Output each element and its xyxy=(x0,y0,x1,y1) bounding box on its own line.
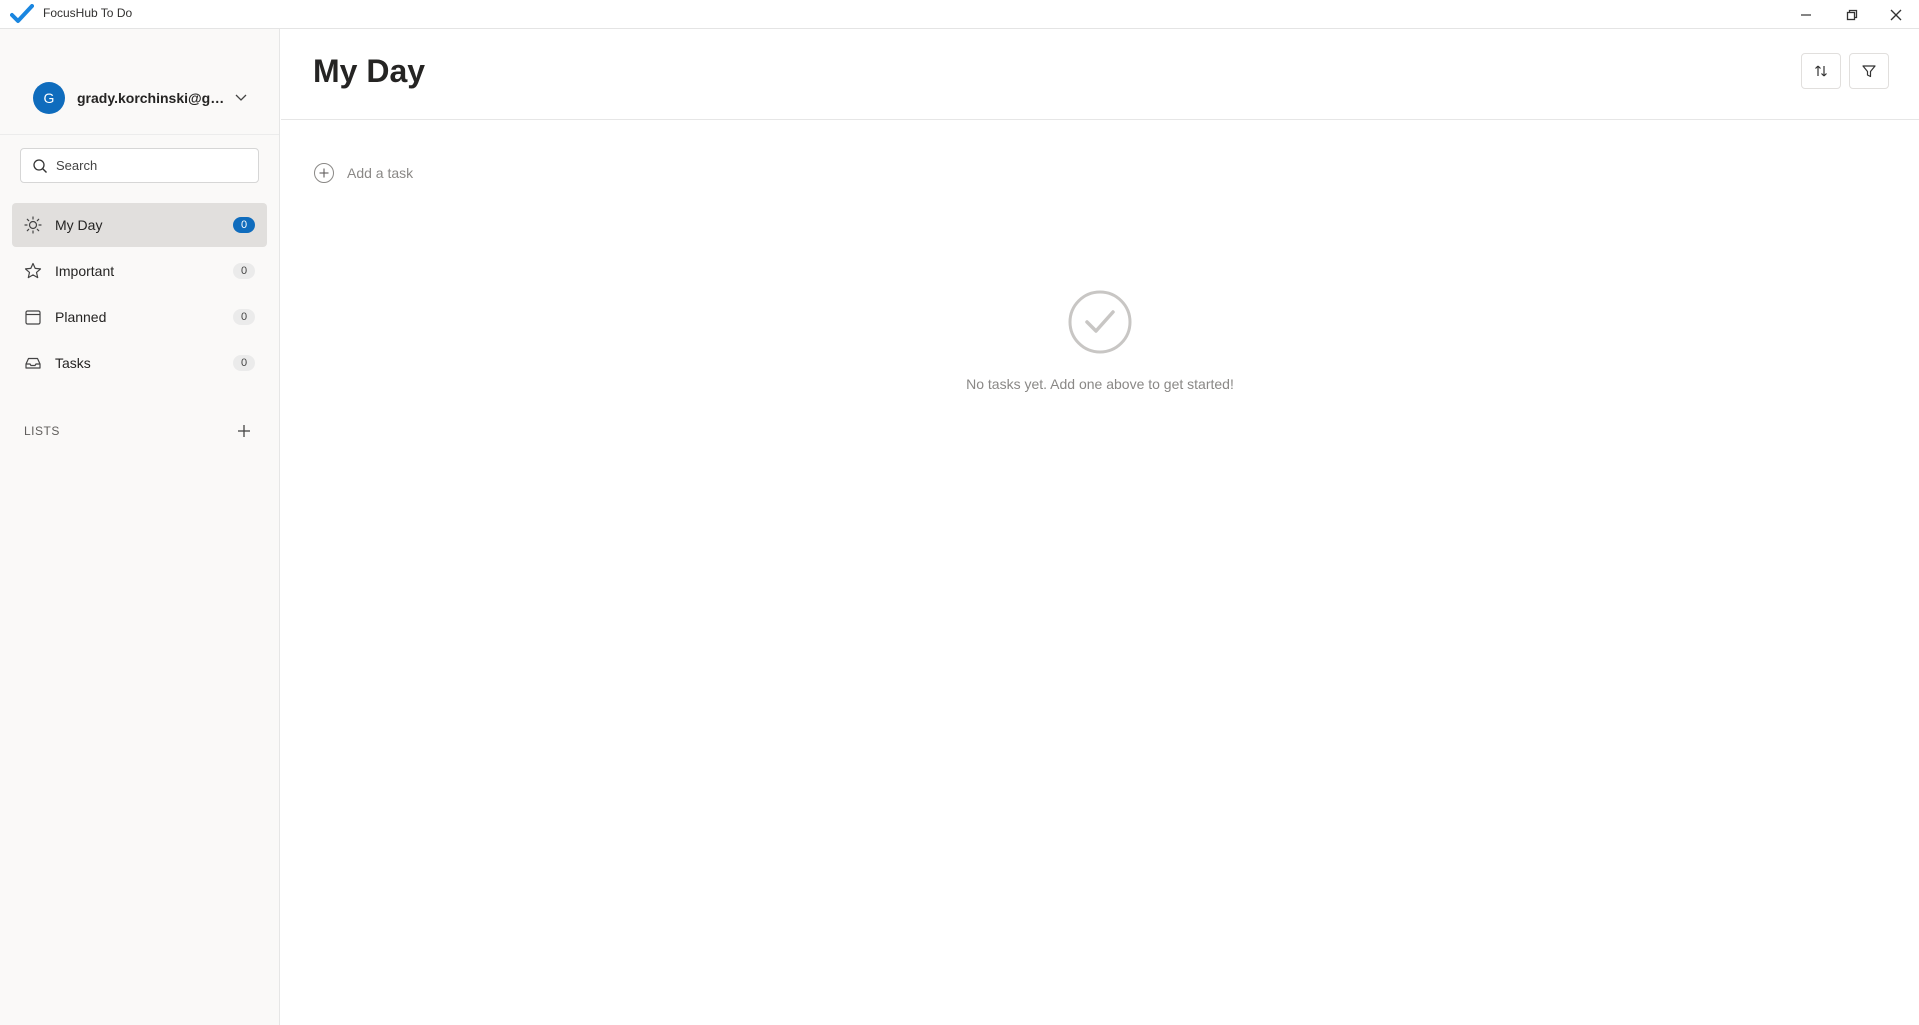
sidebar-item-my-day[interactable]: My Day 0 xyxy=(12,203,267,247)
sidebar-item-label: Planned xyxy=(55,309,107,325)
add-task-row[interactable]: Add a task xyxy=(313,161,413,185)
calendar-icon xyxy=(24,308,42,326)
minimize-button[interactable] xyxy=(1783,0,1829,29)
count-badge: 0 xyxy=(233,217,255,233)
chevron-down-icon xyxy=(233,90,249,106)
sidebar-item-label: Important xyxy=(55,263,115,279)
search-icon xyxy=(33,158,47,173)
title-bar: FocusHub To Do xyxy=(0,0,1919,29)
add-circle-icon xyxy=(314,163,334,183)
sidebar-item-planned[interactable]: Planned 0 xyxy=(12,295,267,339)
close-button[interactable] xyxy=(1873,0,1919,29)
account-switcher[interactable]: G grady.korchinski@gm... xyxy=(20,74,258,122)
restore-button[interactable] xyxy=(1829,0,1875,29)
account-email: grady.korchinski@gm... xyxy=(77,90,227,106)
sidebar-item-label: Tasks xyxy=(55,355,91,371)
lists-label: LISTS xyxy=(24,424,60,438)
empty-state: No tasks yet. Add one above to get start… xyxy=(281,289,1919,392)
inbox-icon xyxy=(24,354,42,372)
count-badge: 0 xyxy=(233,355,255,371)
app-title: FocusHub To Do xyxy=(43,6,133,20)
search-input[interactable] xyxy=(56,158,246,173)
plus-icon xyxy=(238,425,250,437)
avatar: G xyxy=(33,82,65,114)
count-badge: 0 xyxy=(233,309,255,325)
sidebar-item-tasks[interactable]: Tasks 0 xyxy=(12,341,267,385)
sidebar-item-important[interactable]: Important 0 xyxy=(12,249,267,293)
divider xyxy=(0,134,279,135)
main-header: My Day xyxy=(281,29,1919,120)
main-panel: My Day Add a task No tasks yet. Add one … xyxy=(281,29,1919,1025)
lists-header: LISTS xyxy=(24,421,254,441)
sidebar: G grady.korchinski@gm... Search My Day 0… xyxy=(0,29,280,1025)
restore-icon xyxy=(1846,9,1858,20)
search-box[interactable] xyxy=(20,148,259,183)
count-badge: 0 xyxy=(233,263,255,279)
add-task-input[interactable]: Add a task xyxy=(347,165,413,181)
page-title: My Day xyxy=(313,53,426,89)
add-list-button[interactable] xyxy=(234,421,254,441)
empty-message: No tasks yet. Add one above to get start… xyxy=(966,376,1234,392)
checkmark-logo-icon xyxy=(10,4,34,23)
sort-button[interactable] xyxy=(1801,53,1841,89)
check-circle-icon xyxy=(1068,290,1132,354)
sidebar-item-label: My Day xyxy=(55,217,103,233)
nav-list: My Day 0 Important 0 Planned 0 Tasks 0 xyxy=(12,203,267,387)
filter-icon xyxy=(1862,65,1876,78)
star-icon xyxy=(24,262,42,280)
sun-icon xyxy=(24,216,42,234)
sort-icon xyxy=(1815,65,1827,77)
close-icon xyxy=(1890,9,1902,20)
minimize-icon xyxy=(1801,13,1811,16)
filter-button[interactable] xyxy=(1849,53,1889,89)
